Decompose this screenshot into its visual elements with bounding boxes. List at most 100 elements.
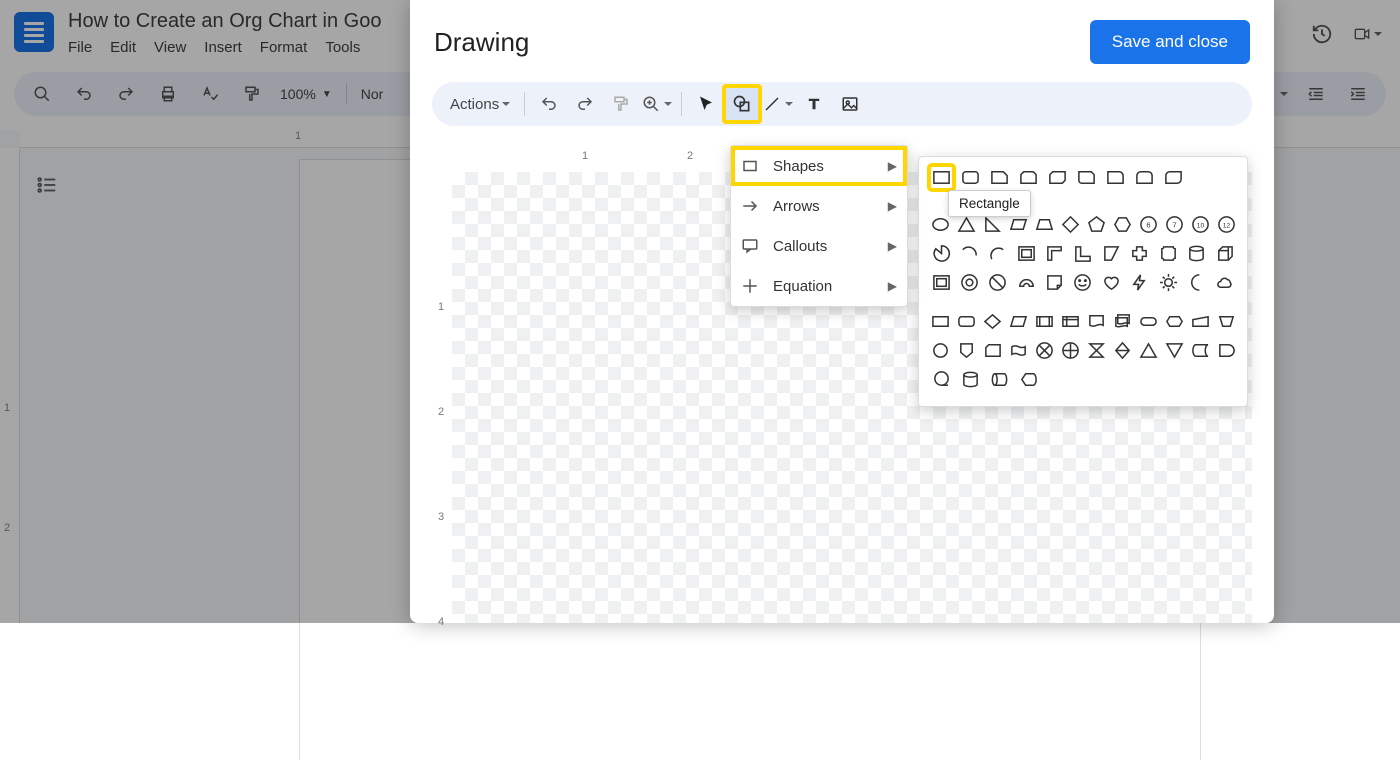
shape-fc-direct-access[interactable]	[987, 367, 1012, 392]
shape-hexagon[interactable]	[1111, 212, 1133, 237]
image-tool-icon[interactable]	[832, 86, 868, 122]
shape-fc-multidoc[interactable]	[1111, 309, 1133, 334]
paint-format-icon[interactable]	[238, 80, 266, 108]
style-dropdown[interactable]: Nor	[361, 86, 384, 102]
menu-format[interactable]: Format	[260, 39, 308, 56]
shape-no-symbol[interactable]	[986, 270, 1010, 295]
menu-insert[interactable]: Insert	[204, 39, 242, 56]
shape-fc-extract[interactable]	[1137, 338, 1159, 363]
shape-donut[interactable]	[957, 270, 981, 295]
shape-smiley[interactable]	[1071, 270, 1095, 295]
undo-icon[interactable]	[531, 86, 567, 122]
shape-pie[interactable]	[929, 241, 953, 266]
document-title[interactable]: How to Create an Org Chart in Goo	[68, 10, 381, 33]
shape-cloud[interactable]	[1213, 270, 1237, 295]
shape-cube[interactable]	[1213, 241, 1237, 266]
shape-round-single[interactable]	[1103, 165, 1128, 190]
shape-fc-merge[interactable]	[1163, 338, 1185, 363]
shape-fc-offpage[interactable]	[955, 338, 977, 363]
shape-tool-icon[interactable]	[724, 86, 760, 122]
shape-octagon[interactable]: 7	[1163, 212, 1185, 237]
shape-fc-sort[interactable]	[1111, 338, 1133, 363]
shape-fc-card[interactable]	[981, 338, 1003, 363]
video-call-icon[interactable]	[1354, 20, 1382, 48]
shape-snip-round[interactable]	[1074, 165, 1099, 190]
redo-icon[interactable]	[112, 80, 140, 108]
shape-fc-process[interactable]	[929, 309, 951, 334]
actions-dropdown[interactable]: Actions	[442, 92, 518, 117]
shape-l-shape[interactable]	[1071, 241, 1095, 266]
menu-item-shapes[interactable]: Shapes▶	[731, 146, 907, 186]
shape-fc-collate[interactable]	[1085, 338, 1107, 363]
menu-tools[interactable]: Tools	[325, 39, 360, 56]
shape-frame[interactable]	[1014, 241, 1038, 266]
menu-edit[interactable]: Edit	[110, 39, 136, 56]
shape-snip-diag[interactable]	[1045, 165, 1070, 190]
shape-block-arc[interactable]	[1014, 270, 1038, 295]
print-icon[interactable]	[154, 80, 182, 108]
zoom-dropdown[interactable]	[639, 86, 675, 122]
shape-fc-tape[interactable]	[1007, 338, 1029, 363]
shape-can[interactable]	[1184, 241, 1208, 266]
shape-half-frame[interactable]	[1042, 241, 1066, 266]
shape-diamond[interactable]	[1059, 212, 1081, 237]
redo-icon[interactable]	[567, 86, 603, 122]
menu-item-callouts[interactable]: Callouts▶	[731, 226, 907, 266]
spellcheck-icon[interactable]	[196, 80, 224, 108]
menu-file[interactable]: File	[68, 39, 92, 56]
shape-pentagon[interactable]	[1085, 212, 1107, 237]
shape-fc-decision[interactable]	[981, 309, 1003, 334]
menu-item-arrows[interactable]: Arrows▶	[731, 186, 907, 226]
shape-lightning[interactable]	[1128, 270, 1152, 295]
outline-icon[interactable]	[36, 174, 60, 198]
shape-fc-seq-access[interactable]	[929, 367, 954, 392]
shape-snip-same[interactable]	[1016, 165, 1041, 190]
zoom-dropdown[interactable]: 100%▼	[280, 86, 332, 102]
shape-diag-stripe[interactable]	[1099, 241, 1123, 266]
shape-fc-sum[interactable]	[1033, 338, 1055, 363]
decrease-indent-icon[interactable]	[1302, 80, 1330, 108]
text-box-tool-icon[interactable]	[796, 86, 832, 122]
shape-chord[interactable]	[957, 241, 981, 266]
menu-view[interactable]: View	[154, 39, 186, 56]
shape-fc-alt-process[interactable]	[955, 309, 977, 334]
shape-heptagon[interactable]: 6	[1137, 212, 1159, 237]
search-icon[interactable]	[28, 80, 56, 108]
shape-rectangle[interactable]	[929, 165, 954, 190]
select-tool-icon[interactable]	[688, 86, 724, 122]
shape-fc-manual-op[interactable]	[1215, 309, 1237, 334]
shape-teardrop[interactable]	[986, 241, 1010, 266]
shape-fc-display[interactable]	[1016, 367, 1041, 392]
shape-cross[interactable]	[1128, 241, 1152, 266]
shape-moon[interactable]	[1184, 270, 1208, 295]
shape-fc-stored[interactable]	[1189, 338, 1211, 363]
shape-fc-manual-input[interactable]	[1189, 309, 1211, 334]
shape-fc-or[interactable]	[1059, 338, 1081, 363]
line-tool-icon[interactable]	[760, 86, 796, 122]
shape-heart[interactable]	[1099, 270, 1123, 295]
shape-plaque[interactable]	[1156, 241, 1180, 266]
shape-fc-delay[interactable]	[1215, 338, 1237, 363]
shape-snip-single[interactable]	[987, 165, 1012, 190]
shape-round-diag[interactable]	[1161, 165, 1186, 190]
shape-round-same[interactable]	[1132, 165, 1157, 190]
shape-fc-internal[interactable]	[1059, 309, 1081, 334]
shape-trapezoid[interactable]	[1033, 212, 1055, 237]
shape-dodecagon[interactable]: 12	[1215, 212, 1237, 237]
save-and-close-button[interactable]: Save and close	[1090, 20, 1250, 64]
shape-bevel[interactable]	[929, 270, 953, 295]
menu-item-equation[interactable]: Equation▶	[731, 266, 907, 306]
shape-rounded-rect[interactable]	[958, 165, 983, 190]
shape-fc-connector[interactable]	[929, 338, 951, 363]
shape-fc-magnetic-disk[interactable]	[958, 367, 983, 392]
shape-fc-prep[interactable]	[1163, 309, 1185, 334]
undo-icon[interactable]	[70, 80, 98, 108]
paint-format-icon[interactable]	[603, 86, 639, 122]
shape-fc-terminator[interactable]	[1137, 309, 1159, 334]
shape-sun[interactable]	[1156, 270, 1180, 295]
shape-folded-corner[interactable]	[1042, 270, 1066, 295]
history-icon[interactable]	[1308, 20, 1336, 48]
shape-fc-document[interactable]	[1085, 309, 1107, 334]
shape-fc-data[interactable]	[1007, 309, 1029, 334]
shape-decagon[interactable]: 10	[1189, 212, 1211, 237]
